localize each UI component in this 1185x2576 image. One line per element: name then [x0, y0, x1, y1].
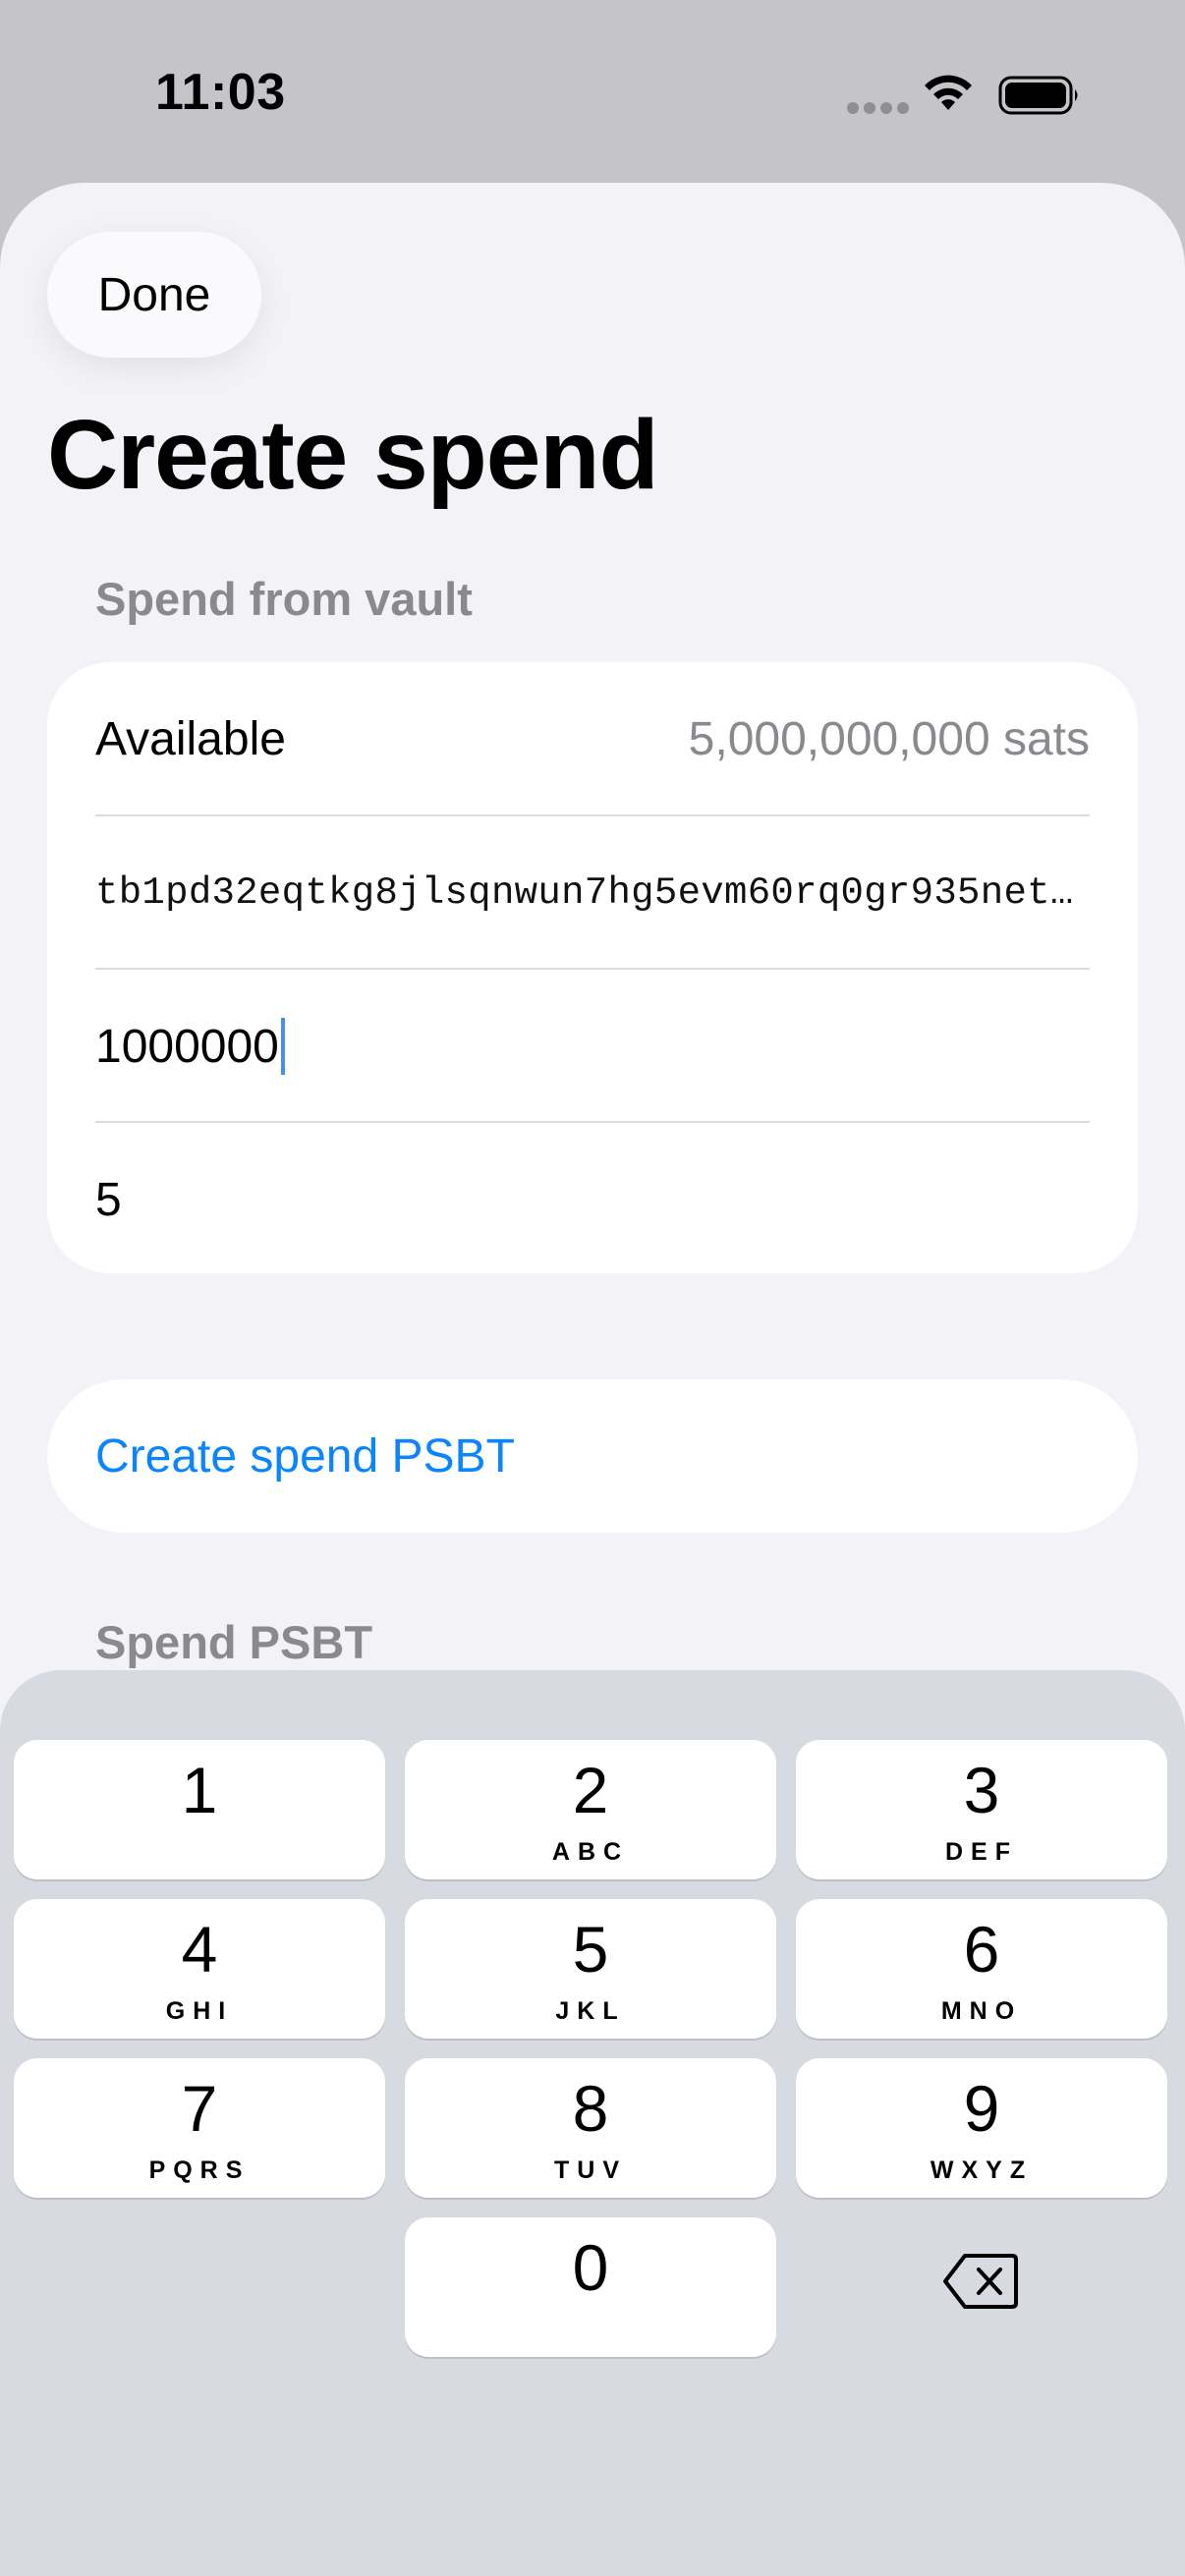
address-row[interactable]: tb1pd32eqtkg8jlsqnwun7hg5evm60rq0gr935ne… — [95, 816, 1090, 970]
spend-form-card: Available 5,000,000,000 sats tb1pd32eqtk… — [47, 662, 1138, 1273]
key-digit: 9 — [963, 2072, 1000, 2145]
available-value: 5,000,000,000 sats — [688, 712, 1090, 765]
fee-row[interactable]: 5 — [95, 1123, 1090, 1276]
address-field[interactable]: tb1pd32eqtkg8jlsqnwun7hg5evm60rq0gr935ne… — [95, 871, 1090, 915]
key-letters: PQRS — [148, 2156, 251, 2184]
key-letters: ABC — [551, 1838, 630, 1866]
key-letters: TUV — [554, 2156, 627, 2184]
key-6[interactable]: 6 MNO — [796, 1899, 1167, 2039]
key-3[interactable]: 3 DEF — [796, 1740, 1167, 1879]
key-2[interactable]: 2 ABC — [405, 1740, 776, 1879]
amount-field[interactable]: 1000000 — [95, 1020, 279, 1074]
key-1[interactable]: 1 — [14, 1740, 385, 1879]
delete-backspace-icon[interactable] — [941, 2250, 1020, 2313]
key-letters: MNO — [940, 1997, 1023, 2025]
signal-dots-icon — [847, 102, 909, 114]
key-letters: GHI — [165, 1997, 234, 2025]
available-row: Available 5,000,000,000 sats — [95, 662, 1090, 815]
fee-rate-field[interactable]: 5 — [95, 1173, 122, 1227]
key-digit: 0 — [572, 2231, 609, 2304]
key-7[interactable]: 7 PQRS — [14, 2058, 385, 2198]
status-time: 11:03 — [155, 64, 286, 121]
key-digit: 2 — [572, 1754, 609, 1826]
key-letters: WXYZ — [930, 2156, 1034, 2184]
wifi-icon — [925, 75, 972, 110]
done-button[interactable]: Done — [47, 232, 261, 358]
key-digit: 6 — [963, 1913, 1000, 1986]
key-letters: DEF — [945, 1838, 1018, 1866]
available-label: Available — [95, 712, 286, 765]
key-8[interactable]: 8 TUV — [405, 2058, 776, 2198]
key-digit: 4 — [181, 1913, 218, 1986]
page-title: Create spend — [47, 400, 659, 510]
section-header-vault: Spend from vault — [95, 573, 473, 625]
key-digit: 5 — [572, 1913, 609, 1986]
key-9[interactable]: 9 WXYZ — [796, 2058, 1167, 2198]
create-spend-psbt-button[interactable]: Create spend PSBT — [47, 1379, 1138, 1533]
key-digit: 7 — [181, 2072, 218, 2145]
section-header-psbt: Spend PSBT — [95, 1616, 373, 1668]
key-digit: 1 — [181, 1754, 218, 1826]
key-4[interactable]: 4 GHI — [14, 1899, 385, 2039]
key-letters: JKL — [555, 1997, 626, 2025]
key-digit: 3 — [963, 1754, 1000, 1826]
text-caret — [280, 1018, 285, 1075]
status-bar: 11:03 — [0, 0, 1185, 187]
amount-row[interactable]: 1000000 — [95, 970, 1090, 1123]
key-5[interactable]: 5 JKL — [405, 1899, 776, 2039]
key-digit: 8 — [572, 2072, 609, 2145]
battery-icon — [998, 76, 1078, 115]
key-0[interactable]: 0 — [405, 2217, 776, 2357]
